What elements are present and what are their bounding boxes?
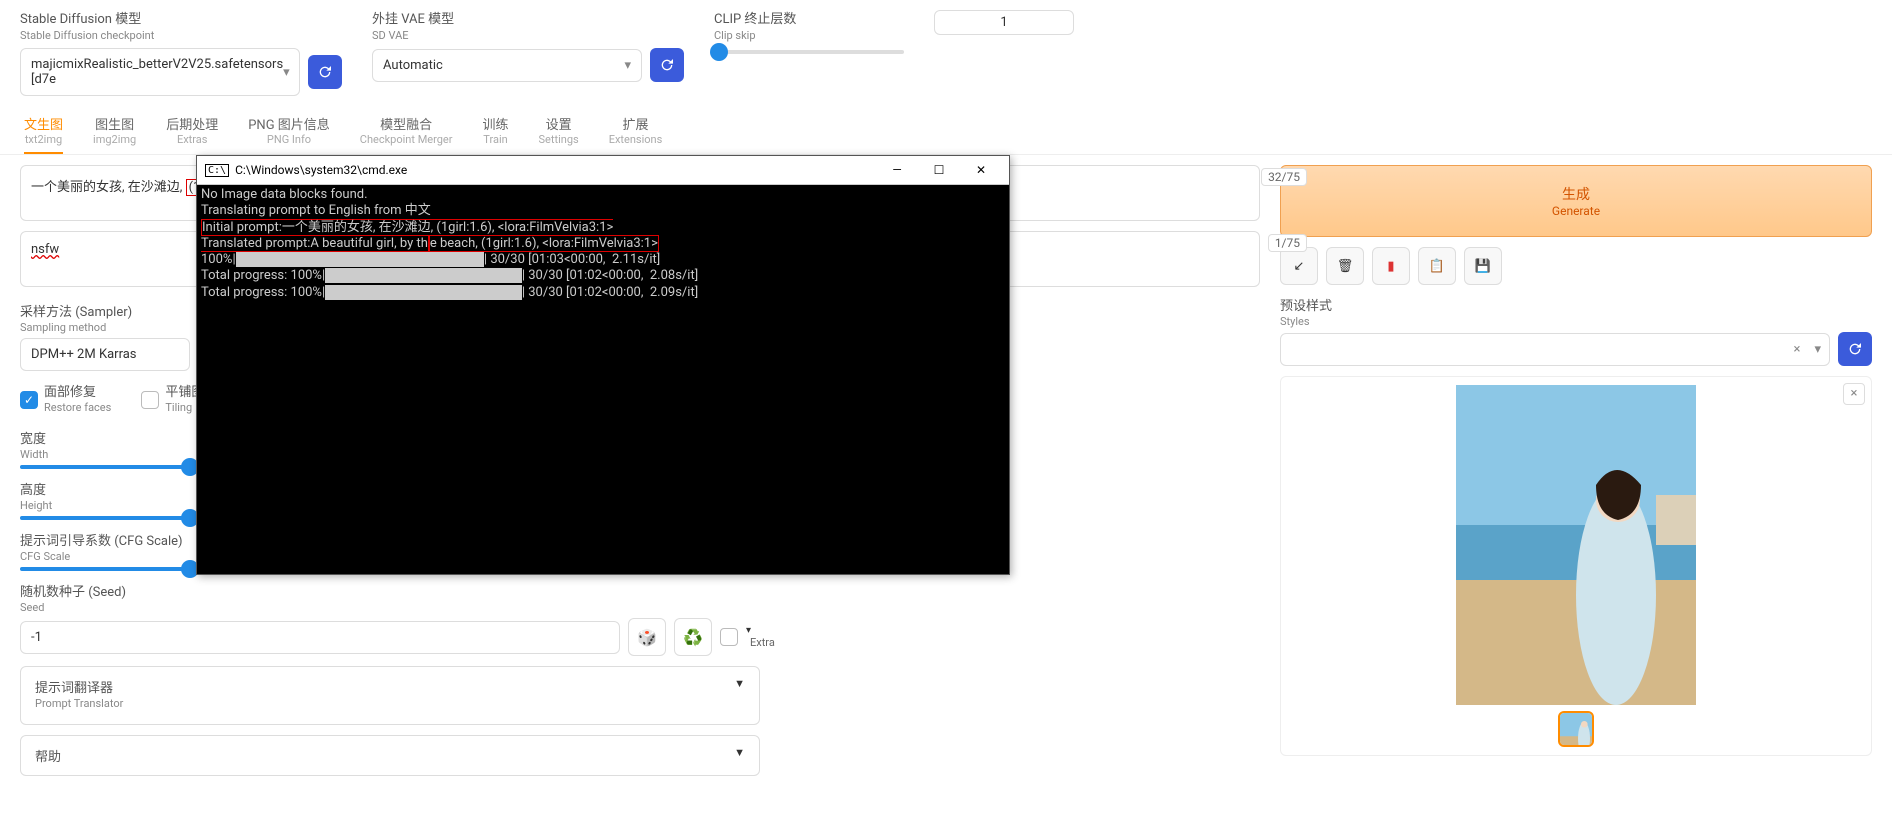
close-button[interactable]: ✕ xyxy=(961,159,1001,181)
restore-faces-label-cn: 面部修复 xyxy=(44,381,111,400)
tab-png-info[interactable]: PNG 图片信息PNG Info xyxy=(248,108,330,154)
save-icon: 💾 xyxy=(1475,259,1491,274)
refresh-icon xyxy=(317,64,333,80)
save-button[interactable]: 💾 xyxy=(1464,247,1502,285)
clip-label-en: Clip skip xyxy=(714,29,904,42)
card-icon: ▮ xyxy=(1387,259,1394,274)
refresh-icon xyxy=(659,57,675,73)
seed-label-cn: 随机数种子 (Seed) xyxy=(20,581,1260,600)
seed-input[interactable]: -1 xyxy=(20,621,620,654)
tab-img2img[interactable]: 图生图img2img xyxy=(93,108,136,154)
minimize-button[interactable]: — xyxy=(877,159,917,181)
sd-checkpoint-label-en: Stable Diffusion checkpoint xyxy=(20,29,342,42)
arrow-icon: ↙ xyxy=(1294,259,1305,274)
close-output-button[interactable]: × xyxy=(1843,383,1865,405)
sd-checkpoint-select[interactable]: majicmixRealistic_betterV2V25.safetensor… xyxy=(20,48,300,96)
tab-settings[interactable]: 设置Settings xyxy=(539,108,579,154)
clip-skip-value[interactable]: 1 xyxy=(934,10,1074,35)
help-accordion[interactable]: 帮助 ▼ xyxy=(20,735,760,776)
tab-extras[interactable]: 后期处理Extras xyxy=(166,108,218,154)
refresh-styles-button[interactable] xyxy=(1838,332,1872,366)
negative-token-count: 1/75 xyxy=(1268,234,1307,252)
help-label: 帮助 xyxy=(35,746,61,765)
prompt-translator-label-cn: 提示词翻译器 xyxy=(35,677,123,696)
refresh-vae-button[interactable] xyxy=(650,48,684,82)
seed-label-en: Seed xyxy=(20,601,1260,614)
cmd-icon: C:\ xyxy=(205,164,229,177)
vae-group: 外挂 VAE 模型 SD VAE Automatic ▾ xyxy=(372,8,684,82)
cmd-title-text: C:\Windows\system32\cmd.exe xyxy=(235,163,407,177)
cmd-output: No Image data blocks found. Translating … xyxy=(197,185,1009,303)
dice-button[interactable]: 🎲 xyxy=(628,618,666,656)
clipboard-button[interactable]: 📋 xyxy=(1418,247,1456,285)
clip-skip-slider[interactable] xyxy=(714,50,904,54)
output-gallery: × xyxy=(1280,376,1872,756)
dice-icon: 🎲 xyxy=(637,628,657,647)
extra-caret: ▾ xyxy=(746,625,775,636)
chevron-down-icon: ▾ xyxy=(624,58,631,73)
tab-txt2img[interactable]: 文生图txt2img xyxy=(24,108,63,154)
styles-label-cn: 预设样式 xyxy=(1280,295,1872,314)
styles-select[interactable]: × ▾ xyxy=(1280,333,1830,366)
triangle-down-icon: ▼ xyxy=(734,746,745,765)
maximize-button[interactable]: ☐ xyxy=(919,159,959,181)
tiling-checkbox[interactable] xyxy=(141,391,159,409)
vae-label-en: SD VAE xyxy=(372,29,684,42)
negative-prompt-text: nsfw xyxy=(31,242,59,257)
extra-label: Extra xyxy=(750,636,775,649)
generate-button[interactable]: 生成 Generate xyxy=(1280,165,1872,237)
vae-label-cn: 外挂 VAE 模型 xyxy=(372,8,684,27)
clipboard-icon: 📋 xyxy=(1429,259,1445,274)
generate-label-en: Generate xyxy=(1299,204,1853,218)
tab-extensions[interactable]: 扩展Extensions xyxy=(609,108,663,154)
refresh-icon xyxy=(1847,341,1863,357)
refresh-checkpoint-button[interactable] xyxy=(308,55,342,89)
cfg-slider[interactable] xyxy=(20,567,190,571)
clear-icon[interactable]: × xyxy=(1794,342,1801,357)
cmd-titlebar[interactable]: C:\ C:\Windows\system32\cmd.exe — ☐ ✕ xyxy=(197,156,1009,185)
styles-label-en: Styles xyxy=(1280,315,1872,328)
restore-faces-checkbox[interactable] xyxy=(20,391,38,409)
tab-train[interactable]: 训练Train xyxy=(483,108,509,154)
prompt-translator-label-en: Prompt Translator xyxy=(35,697,123,710)
prompt-token-count: 32/75 xyxy=(1261,168,1307,186)
arrow-tool-button[interactable]: ↙ xyxy=(1280,247,1318,285)
chevron-down-icon: ▾ xyxy=(1814,342,1821,357)
recycle-button[interactable]: ♻️ xyxy=(674,618,712,656)
trash-icon: 🗑 xyxy=(1337,259,1354,274)
vae-select[interactable]: Automatic ▾ xyxy=(372,49,642,82)
styles-button[interactable]: ▮ xyxy=(1372,247,1410,285)
sd-checkpoint-value: majicmixRealistic_betterV2V25.safetensor… xyxy=(31,57,283,87)
sampler-select[interactable]: DPM++ 2M Karras xyxy=(20,338,190,371)
output-thumbnail[interactable] xyxy=(1558,711,1594,747)
prompt-prefix: 一个美丽的女孩, 在沙滩边, xyxy=(31,180,182,195)
height-slider[interactable] xyxy=(20,516,190,520)
sd-checkpoint-label-cn: Stable Diffusion 模型 xyxy=(20,8,342,27)
vae-value: Automatic xyxy=(383,58,443,73)
width-slider[interactable] xyxy=(20,465,190,469)
main-tabs: 文生图txt2img 图生图img2img 后期处理Extras PNG 图片信息PN… xyxy=(0,108,1892,155)
chevron-down-icon: ▾ xyxy=(283,65,290,80)
recycle-icon: ♻️ xyxy=(683,628,703,647)
extra-checkbox[interactable] xyxy=(720,628,738,646)
cmd-window: C:\ C:\Windows\system32\cmd.exe — ☐ ✕ No… xyxy=(196,155,1010,575)
prompt-translator-accordion[interactable]: 提示词翻译器 Prompt Translator ▼ xyxy=(20,666,760,725)
tab-checkpoint-merger[interactable]: 模型融合Checkpoint Merger xyxy=(360,108,453,154)
trash-button[interactable]: 🗑 xyxy=(1326,247,1364,285)
sd-checkpoint-group: Stable Diffusion 模型 Stable Diffusion che… xyxy=(20,8,342,96)
restore-faces-label-en: Restore faces xyxy=(44,401,111,414)
output-image[interactable] xyxy=(1456,385,1696,705)
clip-skip-group: CLIP 终止层数 Clip skip xyxy=(714,8,904,54)
clip-label-cn: CLIP 终止层数 xyxy=(714,8,904,27)
generate-label-cn: 生成 xyxy=(1299,184,1853,204)
sampler-value: DPM++ 2M Karras xyxy=(31,347,137,362)
triangle-down-icon: ▼ xyxy=(734,677,745,714)
